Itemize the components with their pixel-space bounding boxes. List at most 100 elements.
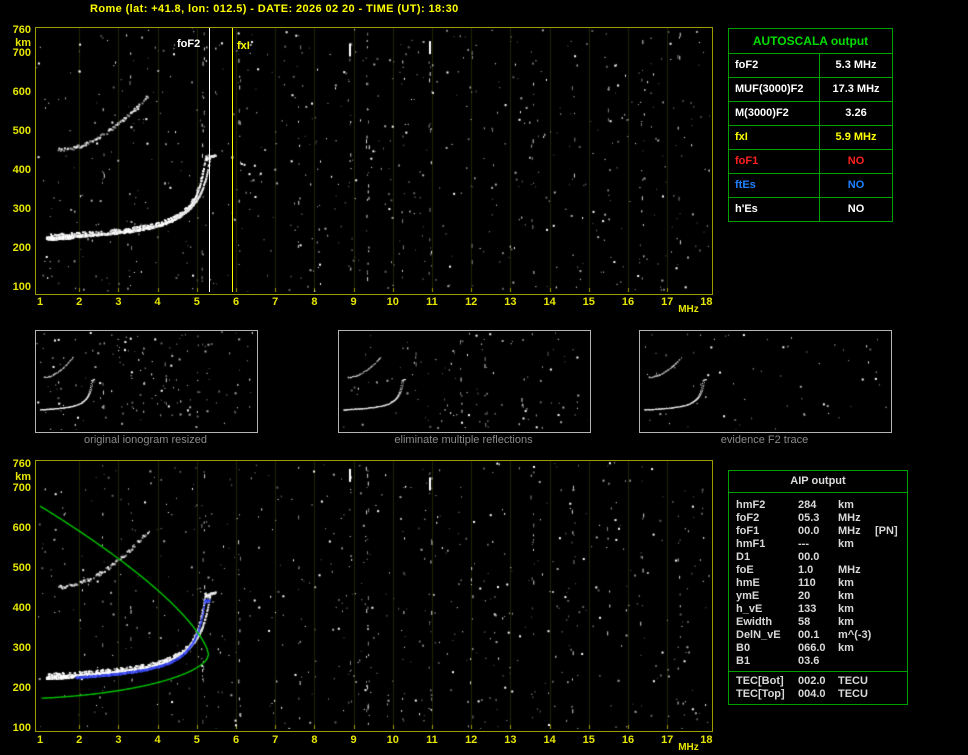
aip-row-hme-c-l: hmE — [736, 577, 760, 589]
ionogram-main-plot — [35, 27, 713, 295]
aip-row-foe-c-e — [875, 564, 907, 577]
thumb-caption-f2-trace: evidence F2 trace — [720, 434, 809, 446]
station-date-title: Rome (lat: +41.8, lon: 012.5) - DATE: 20… — [90, 3, 459, 15]
aip-row-fof1-c-e: [PN] — [875, 525, 898, 537]
x-tick-bottom-12: 12 — [465, 734, 478, 746]
aip-row-hme-c-u: km — [838, 577, 854, 589]
y-tick-top-600: 600 — [12, 86, 31, 99]
aip-tec-row-tec-top-c-u: TECU — [838, 688, 868, 700]
fxi-marker-line — [232, 28, 233, 292]
aip-tec-row-tec-top-c-e — [875, 688, 907, 701]
y-tick-bottom-100: 100 — [12, 722, 31, 734]
autoscala-value-ftes: NO — [847, 179, 865, 191]
aip-tec-row-tec-bot-c-e — [875, 675, 907, 688]
aip-row-h-ve-c-v: 133 — [798, 603, 817, 615]
aip-rows: hmF2 284 km foF2 05.3 MHz foF1 00.0 MHz [PN] hmF1 -… — [729, 493, 907, 668]
autoscala-value-muf-3000-f2: 17.3 MHz — [832, 83, 880, 95]
x-tick-top-4: 4 — [154, 296, 161, 308]
aip-tec-divider — [729, 671, 907, 672]
fof2-marker-line — [209, 28, 210, 292]
x-tick-top-13: 13 — [504, 296, 517, 308]
x-tick-top-11: 11 — [426, 296, 438, 308]
aip-row-b0: B0 066.0 km — [729, 642, 907, 655]
x-tick-bottom-13: 13 — [504, 734, 517, 746]
aip-tec-row-tec-top: TEC[Top] 004.0 TECU — [729, 688, 907, 701]
aip-tec-row-tec-bot: TEC[Bot] 002.0 TECU — [729, 675, 907, 688]
x-tick-top-7: 7 — [272, 296, 279, 308]
y-tick-bottom-200: 200 — [12, 682, 31, 694]
aip-row-hmf2-c-u: km — [838, 499, 854, 511]
autoscala-label-ftes: ftEs — [729, 174, 820, 197]
y-tick-top-760: 760 — [12, 24, 31, 36]
aip-output-table: AIP output hmF2 284 km foF2 05.3 MHz foF1 00.0 M… — [728, 470, 908, 705]
thumb-f2-trace — [639, 330, 892, 433]
aip-row-hmf2-c-v: 284 — [798, 499, 817, 511]
aip-row-d1-c-e — [875, 551, 907, 564]
thumb-multiple-reflections-canvas — [339, 331, 588, 430]
aip-row-yme-c-e — [875, 590, 907, 603]
autoscala-value-m-3000-f2: 3.26 — [845, 107, 867, 119]
aip-row-deln-ve-c-v: 00.1 — [798, 629, 820, 641]
y-tick-bottom-400: 400 — [12, 602, 31, 614]
autoscala-label-muf-3000-f2: MUF(3000)F2 — [729, 78, 820, 101]
aip-row-deln-ve-c-e — [875, 629, 907, 642]
x-tick-bottom-10: 10 — [386, 734, 399, 746]
aip-row-h-ve-c-l: h_vE — [736, 603, 763, 615]
y-tick-top-400: 400 — [12, 164, 31, 177]
y-tick-top-300: 300 — [12, 203, 31, 216]
x-tick-bottom-17: 17 — [661, 734, 674, 746]
aip-row-b1: B1 03.6 — [729, 655, 907, 668]
x-tick-top-12: 12 — [465, 296, 478, 308]
thumb-f2-trace-canvas — [640, 331, 889, 430]
x-unit-bottom: MHz — [678, 742, 699, 753]
autoscala-label-fof2: foF2 — [729, 54, 820, 77]
autoscala-row-ftes: ftEs NO — [729, 173, 892, 197]
aip-row-hmf1: hmF1 --- km — [729, 538, 907, 551]
aip-row-foe-c-u: MHz — [838, 564, 861, 576]
aip-row-yme-c-u: km — [838, 590, 854, 602]
aip-row-hmf2: hmF2 284 km — [729, 499, 907, 512]
aip-row-deln-ve-c-u: m^(-3) — [838, 629, 872, 641]
thumb-multiple-reflections — [338, 330, 591, 433]
x-tick-bottom-14: 14 — [543, 734, 556, 746]
aip-row-h-ve: h_vE 133 km — [729, 603, 907, 616]
aip-row-b1-c-u — [838, 655, 875, 668]
autoscala-value-h-es: NO — [847, 203, 865, 215]
fxi-marker-label: fxI — [237, 40, 250, 52]
aip-row-deln-ve-c-l: DelN_vE — [736, 629, 781, 641]
autoscala-label-fxi: fxI — [729, 126, 820, 149]
x-tick-top-9: 9 — [350, 296, 357, 308]
x-tick-top-8: 8 — [311, 296, 318, 308]
x-tick-bottom-7: 7 — [272, 734, 279, 746]
aip-row-ewidth-c-e — [875, 616, 907, 629]
aip-row-hme-c-v: 110 — [798, 577, 816, 589]
x-tick-top-6: 6 — [232, 296, 240, 308]
autoscala-row-fof2: foF2 5.3 MHz — [729, 53, 892, 77]
y-unit-bottom: km — [15, 471, 31, 483]
aip-row-ewidth: Ewidth 58 km — [729, 616, 907, 629]
aip-row-hmf1-c-v: --- — [798, 538, 809, 550]
aip-row-b1-c-v: 03.6 — [798, 655, 820, 667]
aip-row-foe: foE 1.0 MHz — [729, 564, 907, 577]
aip-tec-row-tec-bot-c-l: TEC[Bot] — [736, 675, 784, 687]
autoscala-row-m-3000-f2: M(3000)F2 3.26 — [729, 101, 892, 125]
x-unit-top: MHz — [678, 304, 699, 315]
autoscala-label-m-3000-f2: M(3000)F2 — [729, 102, 820, 125]
aip-row-b1-c-l: B1 — [736, 655, 751, 667]
aip-row-d1-c-l: D1 — [736, 551, 751, 563]
y-tick-bottom-600: 600 — [12, 522, 31, 534]
y-unit-top: km — [15, 37, 31, 49]
y-tick-top-500: 500 — [12, 125, 31, 138]
autoscala-label-h-es: h'Es — [729, 198, 820, 221]
x-tick-bottom-16: 16 — [621, 734, 635, 746]
x-tick-bottom-4: 4 — [154, 734, 161, 746]
aip-row-fof1: foF1 00.0 MHz [PN] — [729, 525, 907, 538]
aip-row-deln-ve: DelN_vE 00.1 m^(-3) — [729, 629, 907, 642]
aip-row-hme-c-e — [875, 577, 907, 590]
aip-row-hmf1-c-u: km — [838, 538, 854, 550]
aip-tec-row-tec-top-c-v: 004.0 — [798, 688, 826, 700]
x-tick-top-17: 17 — [661, 296, 674, 308]
aip-row-ewidth-c-v: 58 — [798, 616, 811, 628]
x-tick-top-14: 14 — [543, 296, 556, 308]
aip-row-fof2-c-v: 05.3 — [798, 512, 820, 524]
